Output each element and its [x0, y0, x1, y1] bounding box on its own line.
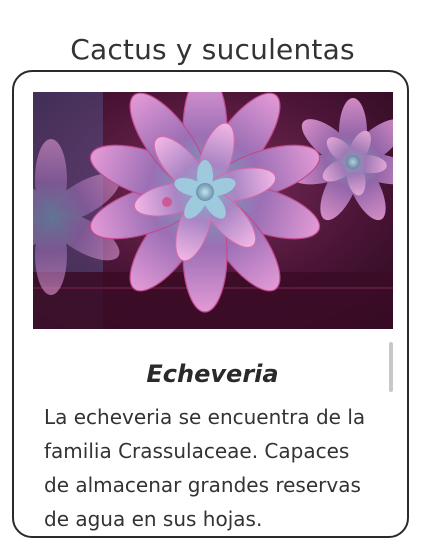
card-scrollbar[interactable]: [389, 342, 393, 392]
page-title: Cactus y suculentas: [70, 32, 355, 66]
card-description: La echeveria se encuentra de la familia …: [44, 405, 366, 531]
echeveria-image: [33, 92, 393, 329]
card-title: Echeveria: [146, 359, 279, 388]
plant-card: Echeveria La echeveria se encuentra de l…: [12, 70, 409, 538]
